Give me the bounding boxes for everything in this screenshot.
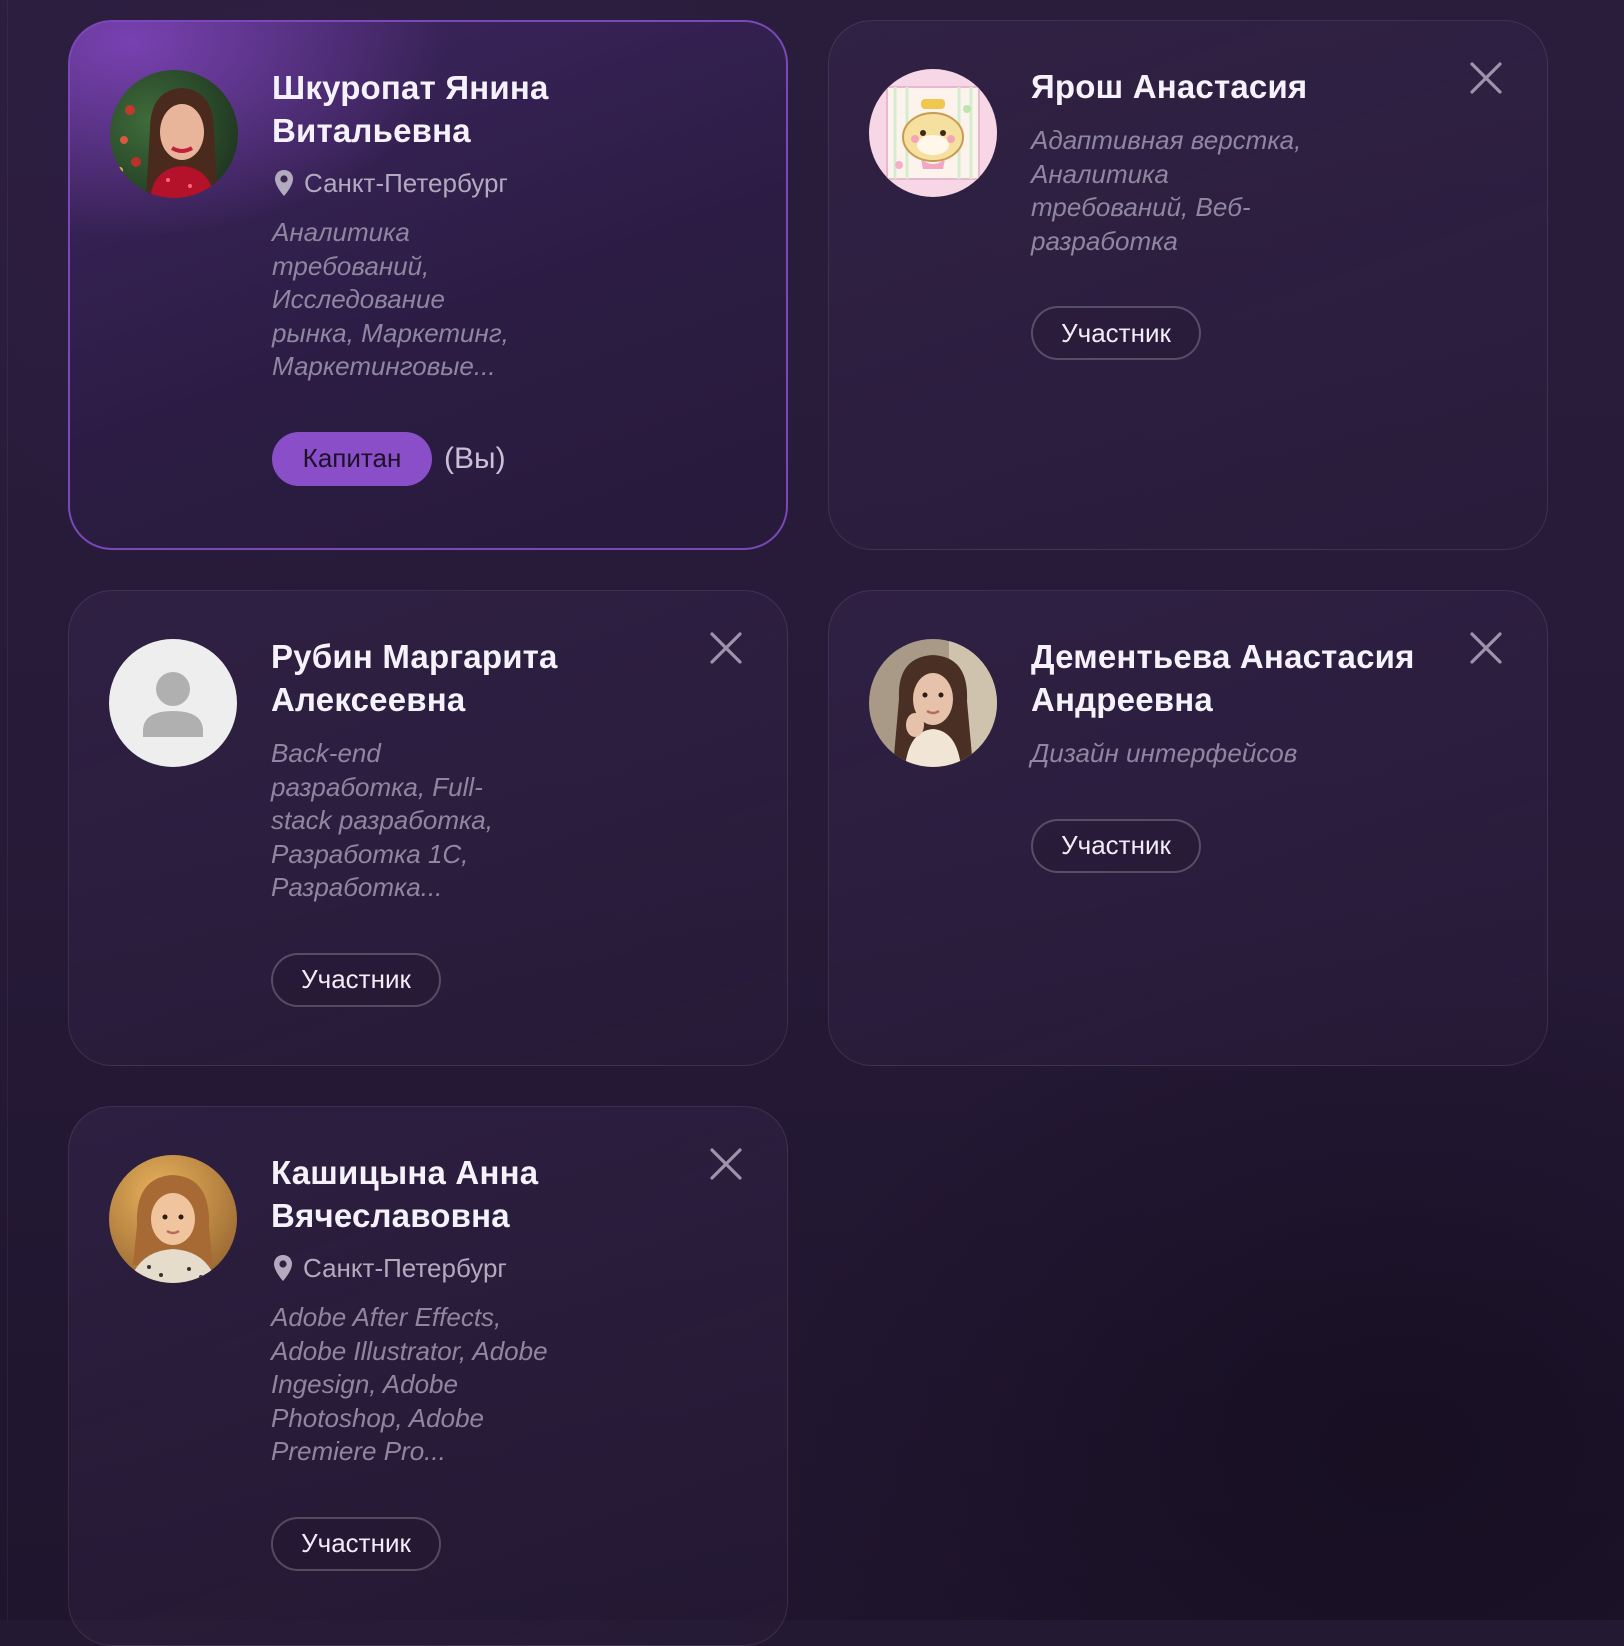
close-icon [710,632,742,664]
team-members-page: Шкуропат Янина Витальевна Санкт-Петербур… [0,0,1624,1646]
page-edge-divider [7,0,8,1620]
remove-member-button[interactable] [1469,61,1503,95]
member-card[interactable]: Кашицына Анна Вячеславовна Санкт-Петербу… [68,1106,788,1646]
member-name[interactable]: Кашицына Анна Вячеславовна [271,1151,741,1237]
photo-avatar-icon [110,70,238,198]
member-location: Санкт-Петербург [272,166,742,200]
photo-avatar-icon [109,1155,237,1283]
member-card[interactable]: Ярош Анастасия Адаптивная верстка, Анали… [828,20,1548,550]
role-badge-member: Участник [1031,818,1201,873]
member-skills: Дизайн интерфейсов [1031,738,1298,768]
remove-member-button[interactable] [1469,631,1503,665]
member-name[interactable]: Ярош Анастасия [1031,65,1501,108]
member-avatar[interactable] [869,639,997,767]
member-avatar[interactable] [109,1155,237,1283]
role-badge-captain: Капитан [272,431,432,486]
member-skills: Адаптивная верстка, Аналитика требований… [1031,125,1302,256]
member-card[interactable]: Дементьева Анастасия Андреевна Дизайн ин… [828,590,1548,1066]
remove-member-button[interactable] [709,631,743,665]
member-avatar[interactable] [110,70,238,198]
member-skills: Adobe After Effects, Adobe Illustrator, … [271,1302,548,1467]
location-label: Санкт-Петербург [303,1252,507,1283]
member-card-captain[interactable]: Шкуропат Янина Витальевна Санкт-Петербур… [68,20,788,550]
cartoon-hamster-avatar-icon [869,69,997,197]
default-user-avatar-icon [109,639,237,767]
member-skills: Аналитика требований, Исследование рынка… [272,217,509,382]
member-skills: Back-end разработка, Full-stack разработ… [271,738,493,903]
member-avatar[interactable] [109,639,237,767]
role-badge-member: Участник [271,1516,441,1571]
photo-avatar-icon [869,639,997,767]
member-location: Санкт-Петербург [271,1251,741,1285]
self-marker: (Вы) [444,441,506,475]
role-badge-member: Участник [271,952,441,1007]
remove-member-button[interactable] [709,1147,743,1181]
location-pin-icon [272,168,296,198]
member-card[interactable]: Рубин Маргарита Алексеевна Back-end разр… [68,590,788,1066]
member-name[interactable]: Рубин Маргарита Алексеевна [271,635,741,721]
close-icon [1470,632,1502,664]
member-avatar[interactable] [869,69,997,197]
close-icon [1470,62,1502,94]
location-label: Санкт-Петербург [304,167,508,198]
member-name[interactable]: Дементьева Анастасия Андреевна [1031,635,1471,721]
close-icon [710,1148,742,1180]
location-pin-icon [271,1253,295,1283]
member-name[interactable]: Шкуропат Янина Витальевна [272,66,742,152]
role-badge-member: Участник [1031,306,1201,361]
